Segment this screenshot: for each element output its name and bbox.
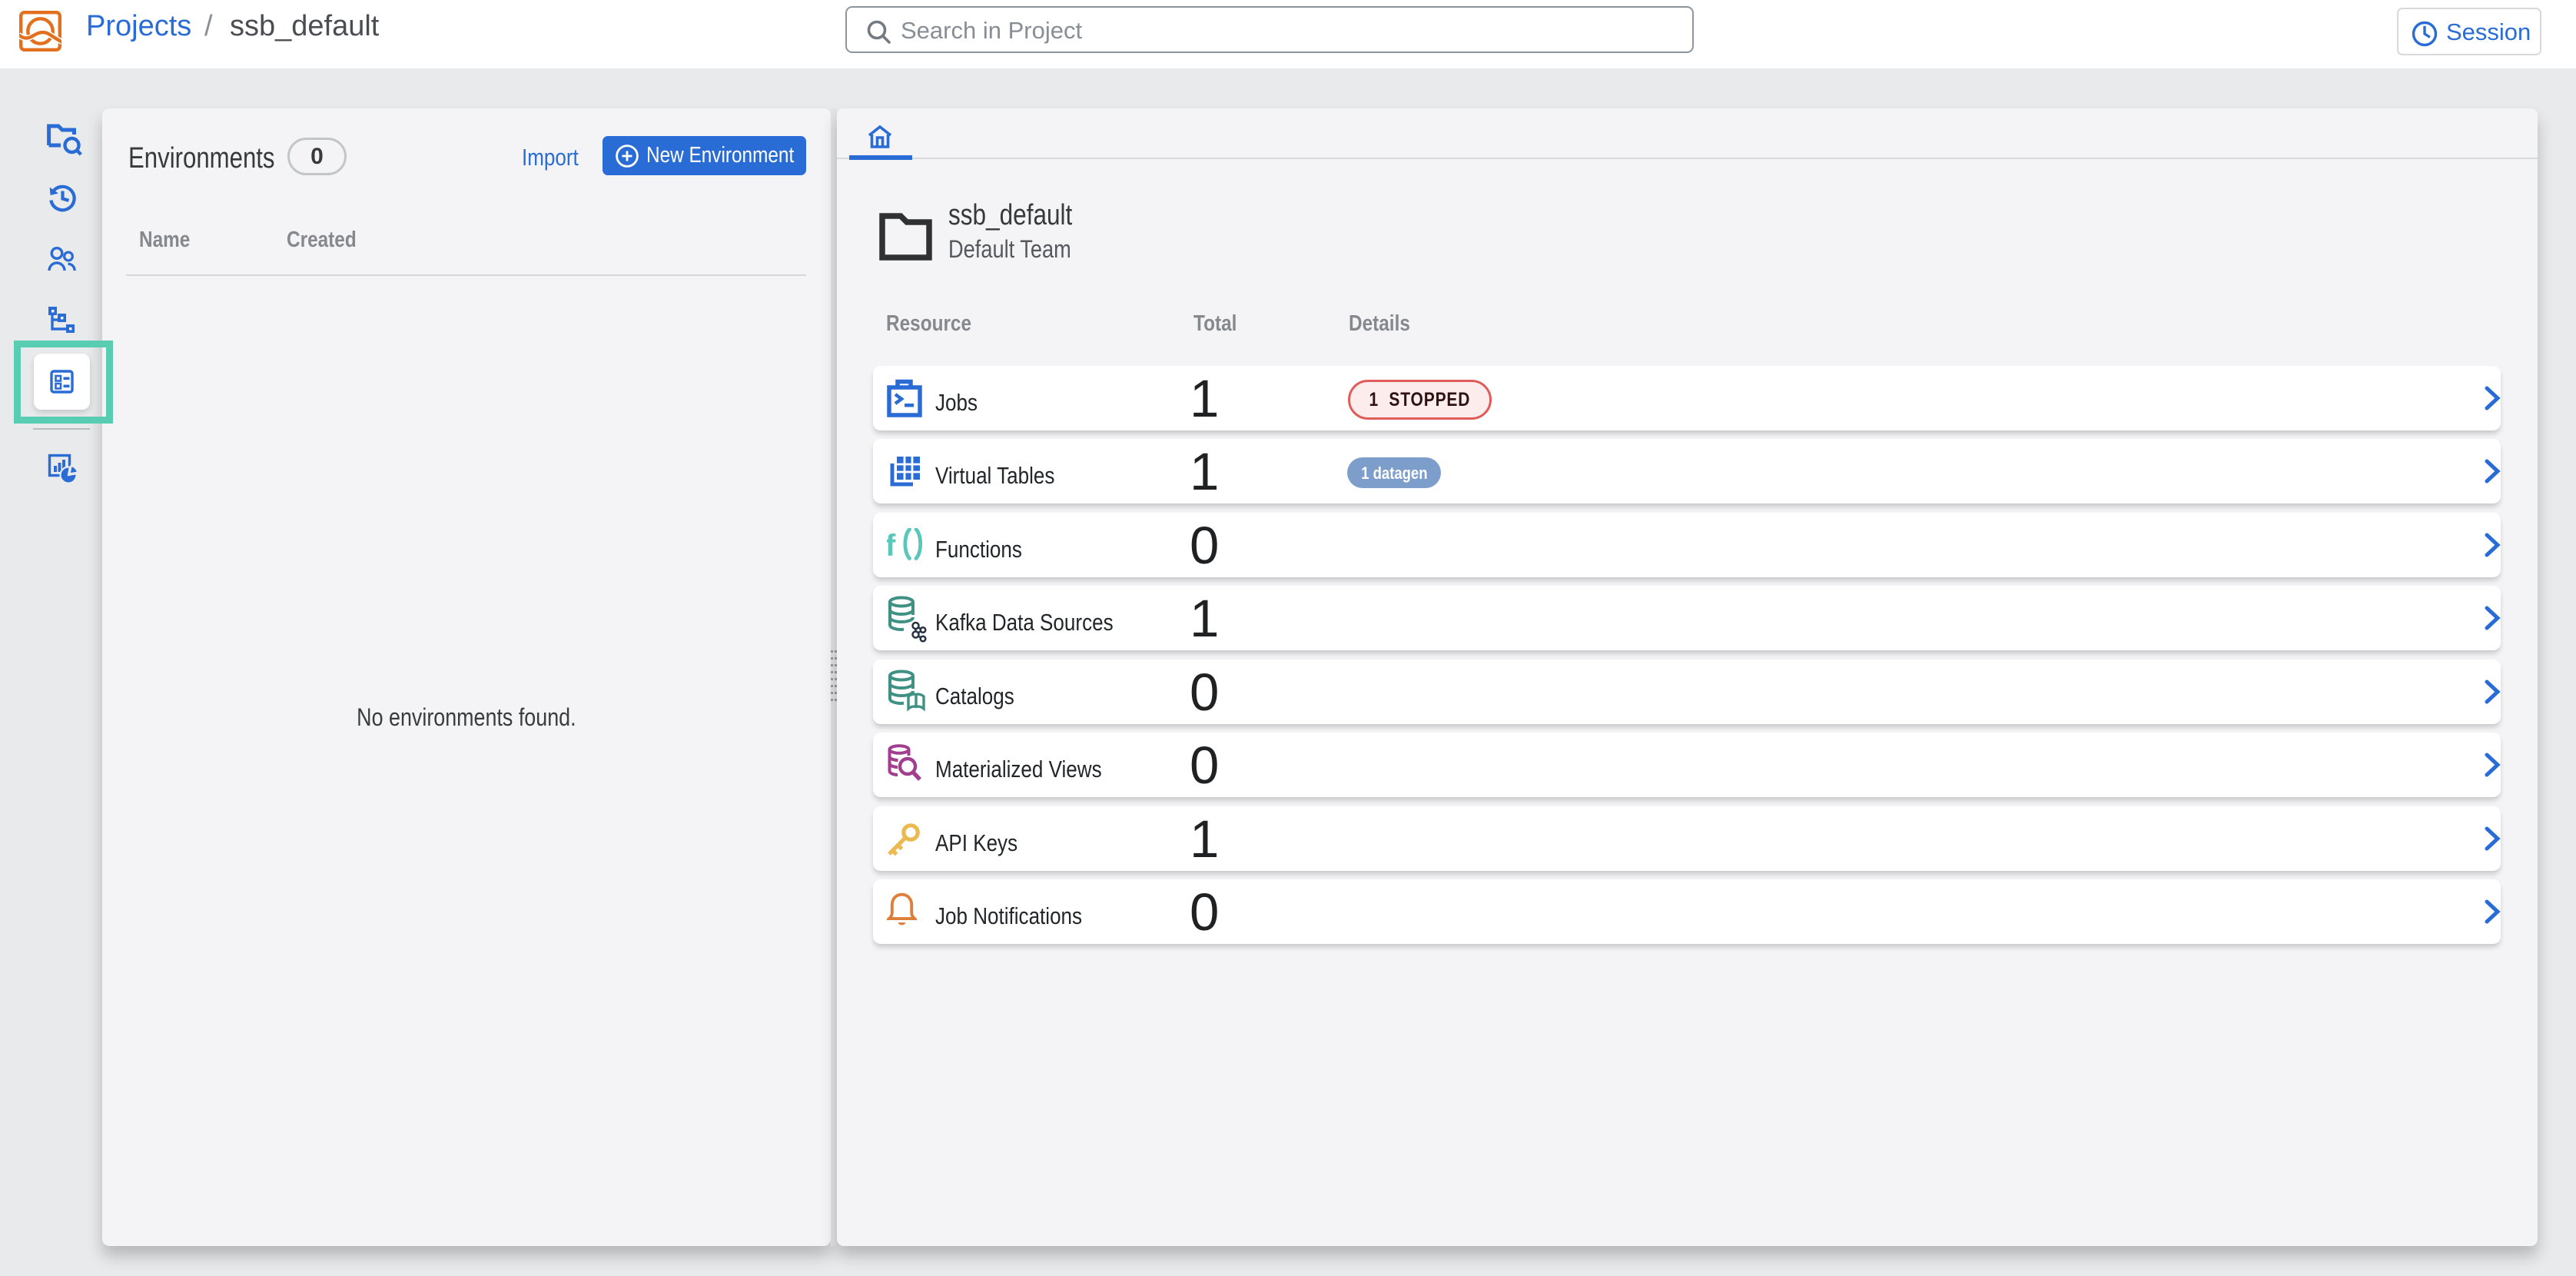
svg-text:f: f [887, 529, 896, 563]
